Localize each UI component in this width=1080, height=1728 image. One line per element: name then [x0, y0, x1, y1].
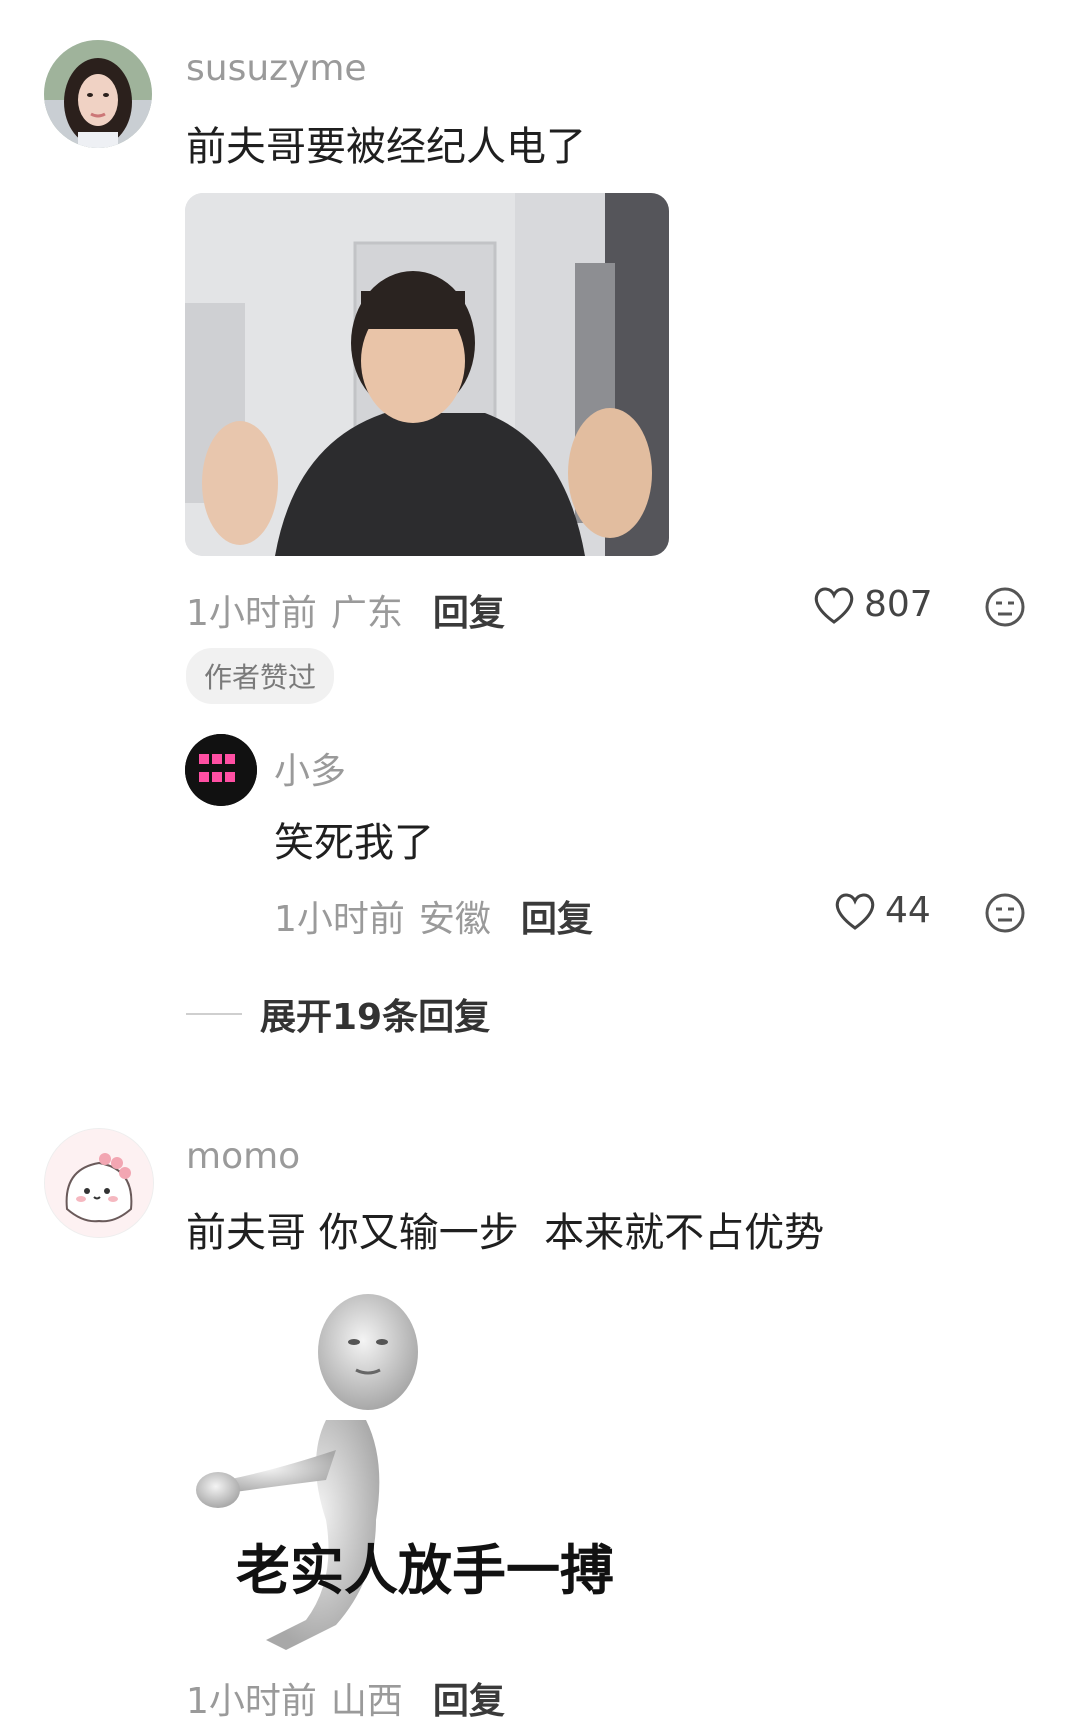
comment-location: 山西 — [330, 1681, 403, 1722]
comment-text: 前夫哥 你又输一步 本来就不占优势 — [186, 1210, 825, 1256]
reply-location: 安徽 — [418, 899, 491, 940]
heart-icon — [835, 893, 875, 930]
expand-replies-label: 展开19条回复 — [260, 997, 491, 1038]
avatar-cartoon — [45, 1129, 153, 1237]
reply-meta: 1小时前 安徽 回复 — [274, 890, 593, 942]
reply-username[interactable]: 小多 — [274, 742, 346, 794]
dislike-button[interactable] — [984, 586, 1026, 632]
comment-time: 1小时前 — [186, 1681, 317, 1722]
reply-button[interactable]: 回复 — [433, 584, 505, 636]
divider — [186, 1013, 242, 1015]
dislike-face-icon — [985, 893, 1025, 933]
meme-image[interactable]: 老实人放手一搏 — [186, 1280, 670, 1650]
dislike-face-icon — [985, 587, 1025, 627]
comment-meta: 1小时前 广东 回复 — [186, 584, 505, 636]
comment-text: 前夫哥要被经纪人电了 — [186, 124, 586, 170]
avatar-photo — [44, 40, 152, 148]
avatar[interactable] — [44, 1128, 154, 1238]
author-liked-badge: 作者赞过 — [186, 648, 335, 704]
avatar[interactable] — [44, 40, 152, 148]
comment-time: 1小时前 — [186, 593, 317, 634]
reply-reply-button[interactable]: 回复 — [521, 890, 593, 942]
comment-username[interactable]: susuzyme — [186, 48, 367, 89]
reply-avatar[interactable] — [185, 734, 257, 806]
comment-meta: 1小时前 山西 回复 — [186, 1672, 505, 1724]
comment-location: 广东 — [330, 593, 403, 634]
reply-dislike-button[interactable] — [984, 892, 1026, 938]
comment-image[interactable] — [185, 193, 669, 556]
reply-like-count: 44 — [885, 890, 931, 931]
comment-photo — [185, 193, 669, 556]
reply-text: 笑死我了 — [274, 820, 434, 866]
reply-avatar-art — [185, 734, 257, 806]
reply-button[interactable]: 回复 — [433, 1672, 505, 1724]
like-count: 807 — [864, 584, 933, 625]
meme-caption: 老实人放手一搏 — [236, 1539, 614, 1602]
heart-icon — [814, 587, 854, 624]
expand-replies-button[interactable]: 展开19条回复 — [186, 988, 490, 1040]
like-button[interactable]: 807 — [812, 584, 933, 625]
reply-like-button[interactable]: 44 — [833, 890, 931, 931]
reply-time: 1小时前 — [274, 899, 405, 940]
comment-username[interactable]: momo — [186, 1136, 300, 1177]
